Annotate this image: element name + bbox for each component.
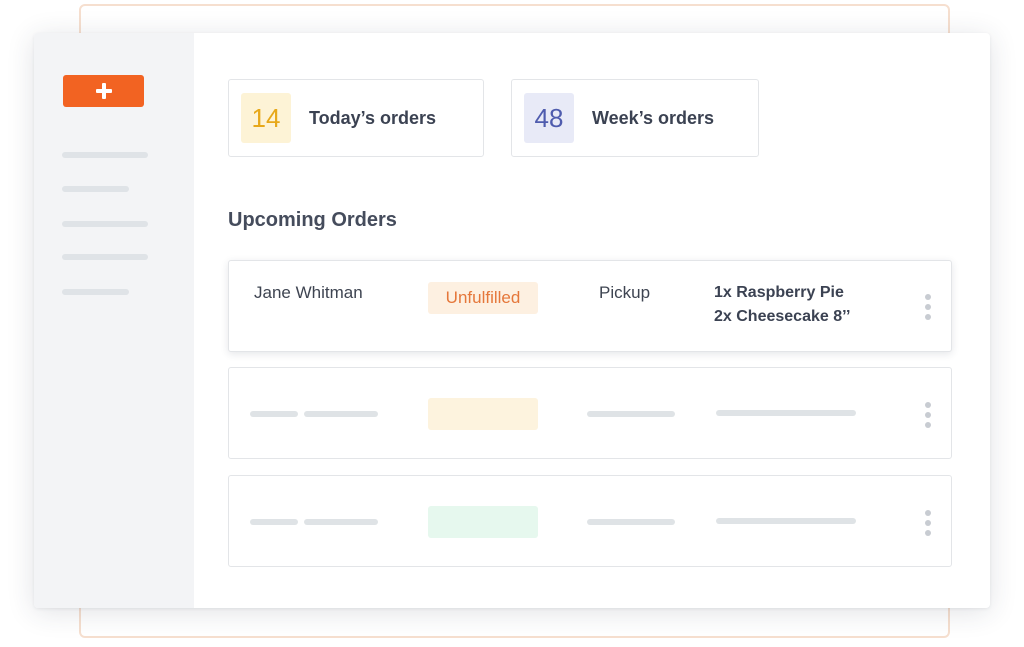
customer-name: Jane Whitman [254,283,363,302]
placeholder-line [587,411,675,417]
week-orders-count: 48 [524,93,574,143]
kebab-menu-icon[interactable] [925,294,931,320]
today-orders-count: 14 [241,93,291,143]
placeholder-line [304,411,378,417]
placeholder-status-badge [428,506,538,538]
placeholder-line [250,411,298,417]
fulfillment-method: Pickup [599,283,651,302]
sidebar-nav-item[interactable] [62,186,129,192]
app-window: 14 Today’s orders 48 Week’s orders Upcom… [34,33,990,608]
today-orders-card[interactable]: 14 Today’s orders [228,79,484,157]
sidebar-nav-item[interactable] [62,221,148,227]
placeholder-line [716,518,856,524]
sidebar-nav-item[interactable] [62,289,129,295]
today-orders-label: Today’s orders [309,108,437,128]
order-item: 2x Cheesecake 8’’ [714,308,851,325]
placeholder-status-badge [428,398,538,430]
status-badge: Unfulfilled [428,282,538,314]
kebab-menu-icon[interactable] [925,510,931,536]
upcoming-orders-title: Upcoming Orders [228,209,397,231]
kebab-menu-icon[interactable] [925,402,931,428]
week-orders-label: Week’s orders [592,108,715,128]
week-orders-card[interactable]: 48 Week’s orders [511,79,759,157]
order-row[interactable]: Jane Whitman Unfulfilled Pickup 1x Raspb… [228,260,952,352]
sidebar-nav-item[interactable] [62,254,148,260]
placeholder-line [587,519,675,525]
placeholder-line [716,410,856,416]
add-order-button[interactable] [63,75,144,107]
plus-icon [95,83,112,99]
sidebar [34,33,194,608]
placeholder-line [250,519,298,525]
order-items: 1x Raspberry Pie 2x Cheesecake 8’’ [714,281,850,329]
order-row-placeholder[interactable] [228,475,952,567]
order-row-placeholder[interactable] [228,367,952,459]
order-item: 1x Raspberry Pie [714,284,844,301]
sidebar-nav-item[interactable] [62,152,148,158]
placeholder-line [304,519,378,525]
